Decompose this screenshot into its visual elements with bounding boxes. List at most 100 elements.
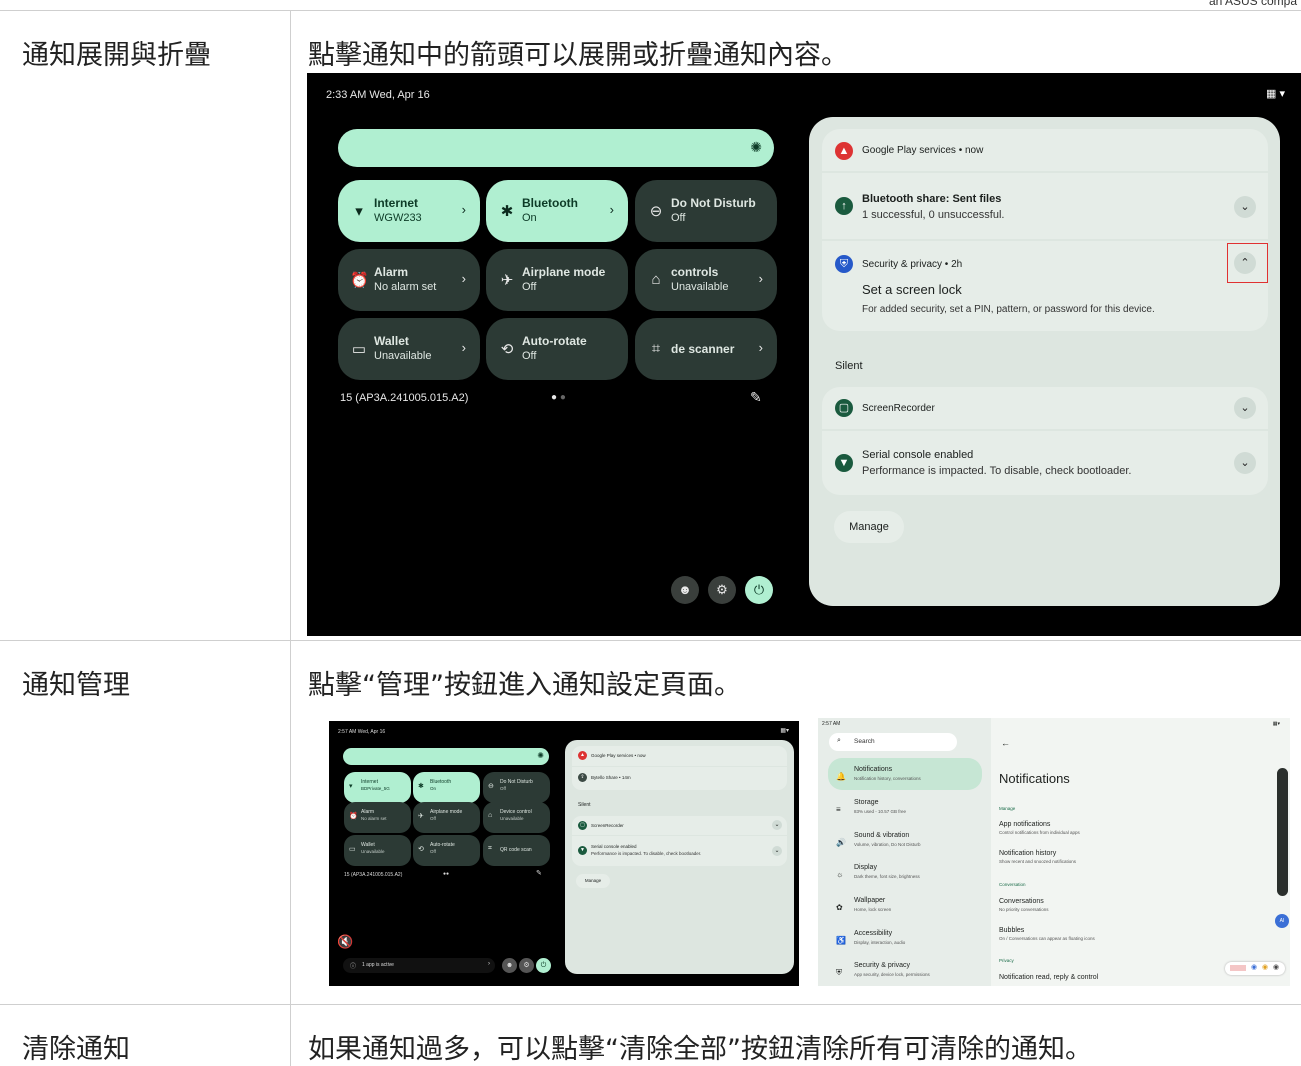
tile-icon: ▾ <box>355 203 363 220</box>
brightness-slider[interactable]: ✺ <box>343 748 549 765</box>
quick-tile[interactable]: ⌗ de scanner › <box>635 318 777 380</box>
manage-button[interactable]: Manage <box>834 511 904 543</box>
tile-icon: ⌗ <box>488 845 492 852</box>
widget-bar-icon <box>1230 965 1246 971</box>
shield-icon: ⛨ <box>835 255 853 273</box>
floating-toolbar[interactable] <box>1277 768 1288 896</box>
notification-screenrecorder[interactable]: ▢ ScreenRecorder ⌄ <box>572 816 787 835</box>
sidebar-item-icon: ⛨ <box>836 968 842 977</box>
notification-serial-console[interactable]: ▼ Serial console enabled Performance is … <box>822 431 1268 495</box>
power-icon[interactable]: ⏻ <box>536 958 551 973</box>
tile-icon: ⊖ <box>488 783 494 790</box>
sidebar-item[interactable]: 🔔 Notifications Notification history, conv… <box>826 764 986 792</box>
label-cell: 通知展開與折疊 <box>0 11 291 640</box>
conversations-item[interactable]: Conversations No priority conversations <box>999 898 1049 912</box>
bubbles-item[interactable]: Bubbles On / Conversations can appear as… <box>999 927 1095 941</box>
tile-icon: ✱ <box>500 203 514 220</box>
ai-icon[interactable]: AI <box>1275 914 1289 928</box>
notification-google-play[interactable]: ▲ Google Play services • now <box>822 129 1268 171</box>
sidebar-item-subtitle: App security, device lock, permissions <box>854 972 930 977</box>
quick-tile[interactable]: ▾ Internet WGW233 › <box>338 180 480 242</box>
tile-subtitle: Off <box>430 849 436 854</box>
search-input[interactable]: ⌕ Search <box>829 733 957 751</box>
user-icon[interactable]: ☻ <box>671 576 699 604</box>
sidebar-item[interactable]: 🔊 Sound & vibration Volume, vibration, Do … <box>826 830 986 858</box>
quick-tile[interactable]: ⟲ Auto-rotate Off <box>413 835 480 866</box>
notification-bytello[interactable]: ⇪ Bytello Share • 14m <box>572 767 787 790</box>
quick-tile[interactable]: ▭ Wallet Unavailable › <box>338 318 480 380</box>
tile-title: de scanner <box>671 342 735 356</box>
notification-serial-console[interactable]: ▼ Serial console enabled Performance is … <box>572 836 787 866</box>
notification-screenrecorder[interactable]: ▢ ScreenRecorder ⌄ <box>822 387 1268 429</box>
expand-chevron-icon[interactable]: ⌄ <box>1234 452 1256 474</box>
search-icon: ⌕ <box>837 737 841 744</box>
edit-icon[interactable]: ✎ <box>536 869 542 877</box>
floating-widget[interactable]: ◉ ◉ ◉ <box>1225 962 1285 975</box>
quick-tile[interactable]: ⌗ QR code scan <box>483 835 550 866</box>
sidebar-item[interactable]: ♿ Accessibility Display, interaction, audi… <box>826 928 986 956</box>
quick-tile[interactable]: ✈ Airplane mode Off <box>413 802 480 833</box>
notification-security[interactable]: ⛨ Security & privacy • 2h Set a screen l… <box>822 241 1268 331</box>
expand-chevron-icon[interactable]: ⌄ <box>772 820 782 830</box>
quick-tile[interactable]: ✱ Bluetooth On <box>413 772 480 803</box>
notification-google-play[interactable]: ▲ Google Play services • now <box>572 746 787 766</box>
sidebar-item[interactable]: ☼ Display Dark theme, font size, brightnes… <box>826 862 986 890</box>
quick-tile[interactable]: ⌂ Device control Unavailable <box>483 802 550 833</box>
back-arrow-icon[interactable]: ← <box>1001 738 1010 748</box>
sidebar-item[interactable]: ≡ Storage 83% used - 10.57 GB free <box>826 797 986 825</box>
tile-icon: ✱ <box>418 783 424 790</box>
page-title: Notifications <box>999 771 1070 786</box>
tile-title: Airplane mode <box>430 809 463 815</box>
tile-icon: ⌂ <box>488 812 493 819</box>
quick-tile[interactable]: ▾ Internet BDPrivate_5G <box>344 772 411 803</box>
quick-tile[interactable]: ⟲ Auto-rotate Off <box>486 318 628 380</box>
tile-icon: ⏰ <box>350 272 369 289</box>
android-icon: ▼ <box>578 846 587 855</box>
notification-history-item[interactable]: Notification history Show recent and sno… <box>999 850 1076 864</box>
document-page: an ASUS compa 通知展開與折疊 點擊通知中的箭頭可以展開或折疊通知內… <box>0 0 1301 1066</box>
notification-header: Security & privacy • 2h <box>862 259 963 270</box>
expand-chevron-icon[interactable]: ⌄ <box>772 846 782 856</box>
sidebar-item-label: Display <box>854 864 877 871</box>
power-icon[interactable]: ⏻ <box>745 576 773 604</box>
expand-chevron-icon[interactable]: ⌄ <box>1234 196 1256 218</box>
sidebar-item-label: Storage <box>854 799 879 806</box>
tile-title: Wallet <box>374 334 409 348</box>
quick-tile[interactable]: ✈ Airplane mode Off <box>486 249 628 311</box>
quick-settings-screenshot-small: 2:57 AM Wed, Apr 16 ▦▾ ✺ ▾ Internet BDPriv… <box>329 721 799 986</box>
quick-tile[interactable]: ⊖ Do Not Disturb Off <box>483 772 550 803</box>
quick-tile[interactable]: ⏰ Alarm No alarm set › <box>338 249 480 311</box>
notification-read-reply-item[interactable]: Notification read, reply & control <box>999 974 1098 981</box>
row-description: 點擊“管理”按鈕進入通知設定頁面。 <box>308 670 741 701</box>
user-icon[interactable]: ☻ <box>502 958 517 973</box>
status-icons: ▦▾ <box>1272 721 1280 727</box>
silent-label: Silent <box>578 802 591 808</box>
quick-tile[interactable]: ✱ Bluetooth On › <box>486 180 628 242</box>
silent-label: Silent <box>835 360 863 372</box>
widget-circle-icon: ◉ <box>1273 964 1280 971</box>
sidebar-item[interactable]: ✿ Wallpaper Home, lock screen <box>826 895 986 923</box>
quick-tile[interactable]: ▭ Wallet Unavailable <box>344 835 411 866</box>
tile-icon: ⟲ <box>500 341 514 358</box>
tile-subtitle: On <box>430 786 437 791</box>
expand-chevron-icon[interactable]: ⌄ <box>1234 397 1256 419</box>
quick-tile[interactable]: ⌂ controls Unavailable › <box>635 249 777 311</box>
brightness-slider[interactable]: ✺ <box>338 129 774 167</box>
edit-icon[interactable]: ✎ <box>750 389 762 406</box>
info-icon: ⓘ <box>350 964 357 970</box>
tile-subtitle: Unavailable <box>361 849 385 854</box>
gear-icon[interactable]: ⚙ <box>519 958 534 973</box>
row-description: 如果通知過多，可以點擊“清除全部”按鈕清除所有可清除的通知。 <box>308 1034 1092 1065</box>
quick-tile[interactable]: ⏰ Alarm No alarm set <box>344 802 411 833</box>
tile-title: Internet <box>374 196 419 210</box>
active-apps-chip[interactable]: ⓘ 1 app is active › <box>343 958 495 973</box>
quick-tile[interactable]: ⊖ Do Not Disturb Off <box>635 180 777 242</box>
tile-icon: ✈ <box>500 272 514 289</box>
sidebar-item[interactable]: ⛨ Security & privacy App security, device … <box>826 960 986 986</box>
tile-title: Alarm <box>374 265 409 279</box>
gear-icon[interactable]: ⚙ <box>708 576 736 604</box>
app-notifications-item[interactable]: App notifications Control notifications … <box>999 821 1080 835</box>
notification-header: Google Play services • now <box>862 145 984 156</box>
manage-button[interactable]: Manage <box>576 874 610 888</box>
notification-bluetooth[interactable]: ↑ Bluetooth share: Sent files 1 successf… <box>822 173 1268 239</box>
